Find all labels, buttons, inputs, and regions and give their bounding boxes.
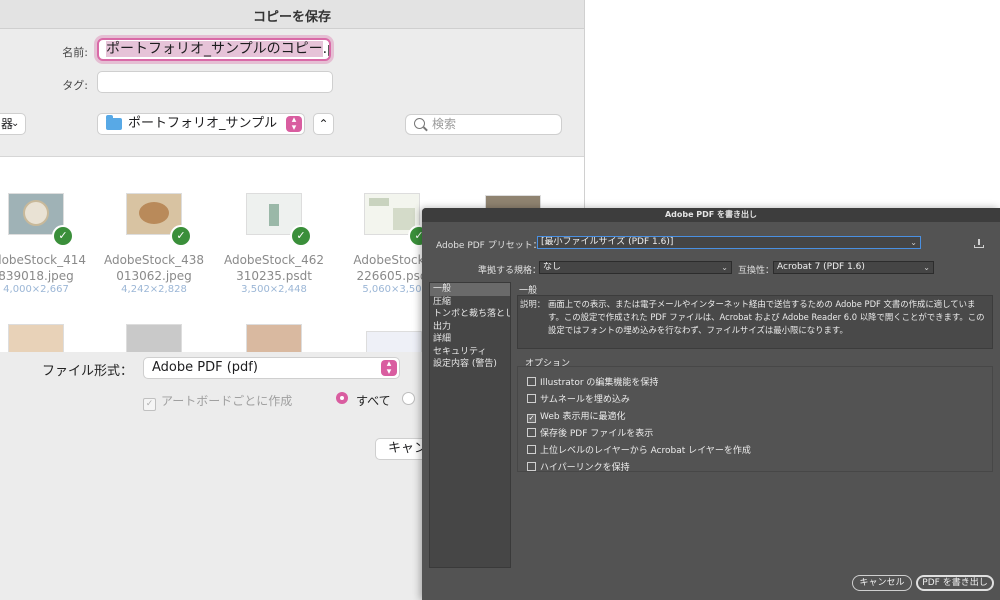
checkbox-icon (527, 377, 536, 386)
description-label: 説明： (520, 299, 546, 309)
description-box: 説明： 画面上での表示、または電子メールやインターネット経由で送信するための A… (517, 295, 993, 349)
nav-item-output[interactable]: 出力 (430, 321, 510, 334)
options-group: Illustrator の編集機能を保持 サムネールを埋め込み ✓ Web 表示用… (517, 366, 993, 473)
description-text: 画面上での表示、または電子メールやインターネット経由で送信するための Adobe… (548, 299, 985, 335)
nav-item-advanced[interactable]: 詳細 (430, 333, 510, 346)
compatibility-value: Acrobat 7 (PDF 1.6) (777, 262, 865, 272)
preset-select[interactable]: [最小ファイルサイズ (PDF 1.6)] ⌄ (537, 236, 921, 249)
artboard-label: アートボードごとに作成 (161, 394, 293, 408)
name-label: 名前: (62, 46, 88, 59)
format-label: ファイル形式： (41, 364, 133, 379)
adobe-pdf-export-dialog: Adobe PDF を書き出し Adobe PDF プリセット： [最小ファイル… (422, 208, 1000, 600)
option-embed-thumbnails[interactable]: サムネールを埋め込み (527, 392, 630, 405)
nav-item-summary[interactable]: 設定内容 (警告) (430, 358, 510, 371)
check-icon: ✓ (290, 225, 312, 247)
stepper-icon: ▴ ▾ (381, 360, 397, 377)
format-select[interactable]: Adobe PDF (pdf) ▴ ▾ (143, 357, 400, 379)
save-dialog-title: コピーを保存 (252, 10, 331, 25)
radio-range[interactable] (402, 392, 415, 405)
file-name: AdobeStock_414839018.jpeg (0, 253, 87, 283)
file-item[interactable]: ✓ AdobeStock_414839018.jpeg 4,000×2,667 (0, 157, 92, 295)
file-thumbnail (366, 331, 422, 352)
file-item[interactable]: ✓ AdobeStock_462 310235.psdt 3,500×2,448 (210, 157, 330, 295)
location-label: ポートフォリオ_サンプル (128, 116, 278, 131)
search-icon (414, 118, 425, 129)
chevron-down-icon: ⌄ (11, 118, 20, 129)
check-icon: ✓ (170, 225, 192, 247)
file-name: AdobeStock_438 013062.jpeg (103, 253, 205, 283)
tag-label: タグ: (62, 79, 88, 92)
filename-input[interactable]: ポートフォリオ_サンプルのコピー.pdf (97, 38, 331, 61)
file-thumbnail (126, 324, 182, 352)
checkbox-icon (527, 462, 536, 471)
checkbox-icon: ✓ (143, 398, 156, 411)
category-list: 一般 圧縮 トンボと裁ち落とし 出力 詳細 セキュリティ 設定内容 (警告) (429, 282, 511, 568)
option-optimize-web[interactable]: ✓ Web 表示用に最適化 (527, 409, 625, 423)
stepper-icon: ▴ ▾ (286, 116, 302, 133)
save-dialog-titlebar: コピーを保存 (0, 0, 584, 29)
checkbox-icon (527, 445, 536, 454)
radio-all[interactable] (336, 392, 348, 404)
artboard-checkbox[interactable]: ✓ アートボードごとに作成 (143, 392, 292, 411)
file-thumbnail (485, 195, 541, 209)
nav-item-marks-bleeds[interactable]: トンボと裁ち落とし (430, 308, 510, 321)
location-select[interactable]: ポートフォリオ_サンプル ▴ ▾ (97, 113, 305, 135)
checkbox-icon (527, 428, 536, 437)
option-preserve-editing[interactable]: Illustrator の編集機能を保持 (527, 375, 658, 388)
check-icon: ✓ (52, 225, 74, 247)
tag-input[interactable] (97, 71, 333, 93)
cancel-button[interactable]: キャンセル (852, 575, 912, 591)
compatibility-select[interactable]: Acrobat 7 (PDF 1.6) ⌄ (773, 261, 934, 274)
checkbox-icon (527, 394, 536, 403)
format-value: Adobe PDF (pdf) (152, 360, 258, 375)
nav-item-general[interactable]: 一般 (430, 283, 510, 296)
file-dimensions: 4,000×2,667 (3, 284, 69, 295)
file-thumbnail (8, 324, 64, 352)
chevron-down-icon: ⌄ (923, 263, 930, 272)
export-pdf-button[interactable]: PDF を書き出し (916, 575, 994, 591)
expand-collapse-button[interactable]: ⌃ (313, 113, 334, 135)
compatibility-label: 互換性： (738, 266, 775, 276)
chevron-down-icon: ⌄ (721, 263, 728, 272)
file-item[interactable]: ✓ AdobeStock_438 013062.jpeg 4,242×2,828 (90, 157, 210, 295)
option-create-acrobat-layers[interactable]: 上位レベルのレイヤーから Acrobat レイヤーを作成 (527, 443, 751, 456)
option-preserve-hyperlinks[interactable]: ハイパーリンクを保持 (527, 460, 630, 473)
folder-icon (106, 115, 122, 130)
file-thumbnail (246, 324, 302, 352)
standard-value: なし (543, 262, 562, 272)
save-preset-icon[interactable] (974, 239, 984, 249)
search-field[interactable]: 検索 (405, 114, 562, 135)
search-placeholder: 検索 (432, 117, 457, 131)
standard-label: 準拠する規格： (478, 266, 542, 276)
option-view-after-save[interactable]: 保存後 PDF ファイルを表示 (527, 426, 653, 439)
checkbox-checked-icon: ✓ (527, 414, 536, 423)
filename-extension: .pdf (322, 41, 329, 57)
file-name: AdobeStock_462 310235.psdt (223, 253, 325, 283)
nav-item-compression[interactable]: 圧縮 (430, 296, 510, 309)
preset-value: [最小ファイルサイズ (PDF 1.6)] (541, 237, 674, 247)
file-dimensions: 3,500×2,448 (241, 284, 307, 295)
nav-item-security[interactable]: セキュリティ (430, 346, 510, 359)
filename-selected-text: ポートフォリオ_サンプルのコピー (106, 41, 323, 57)
file-dimensions: 4,242×2,828 (121, 284, 187, 295)
radio-all-label: すべて (356, 394, 391, 408)
dialog-title: Adobe PDF を書き出し (422, 208, 1000, 222)
standard-select[interactable]: なし ⌄ (539, 261, 732, 274)
preset-label: Adobe PDF プリセット： (436, 241, 542, 251)
chevron-down-icon: ⌄ (910, 238, 917, 247)
chevron-up-icon: ⌃ (318, 117, 329, 131)
view-mode-select[interactable]: 器 ⌄ (0, 113, 26, 135)
